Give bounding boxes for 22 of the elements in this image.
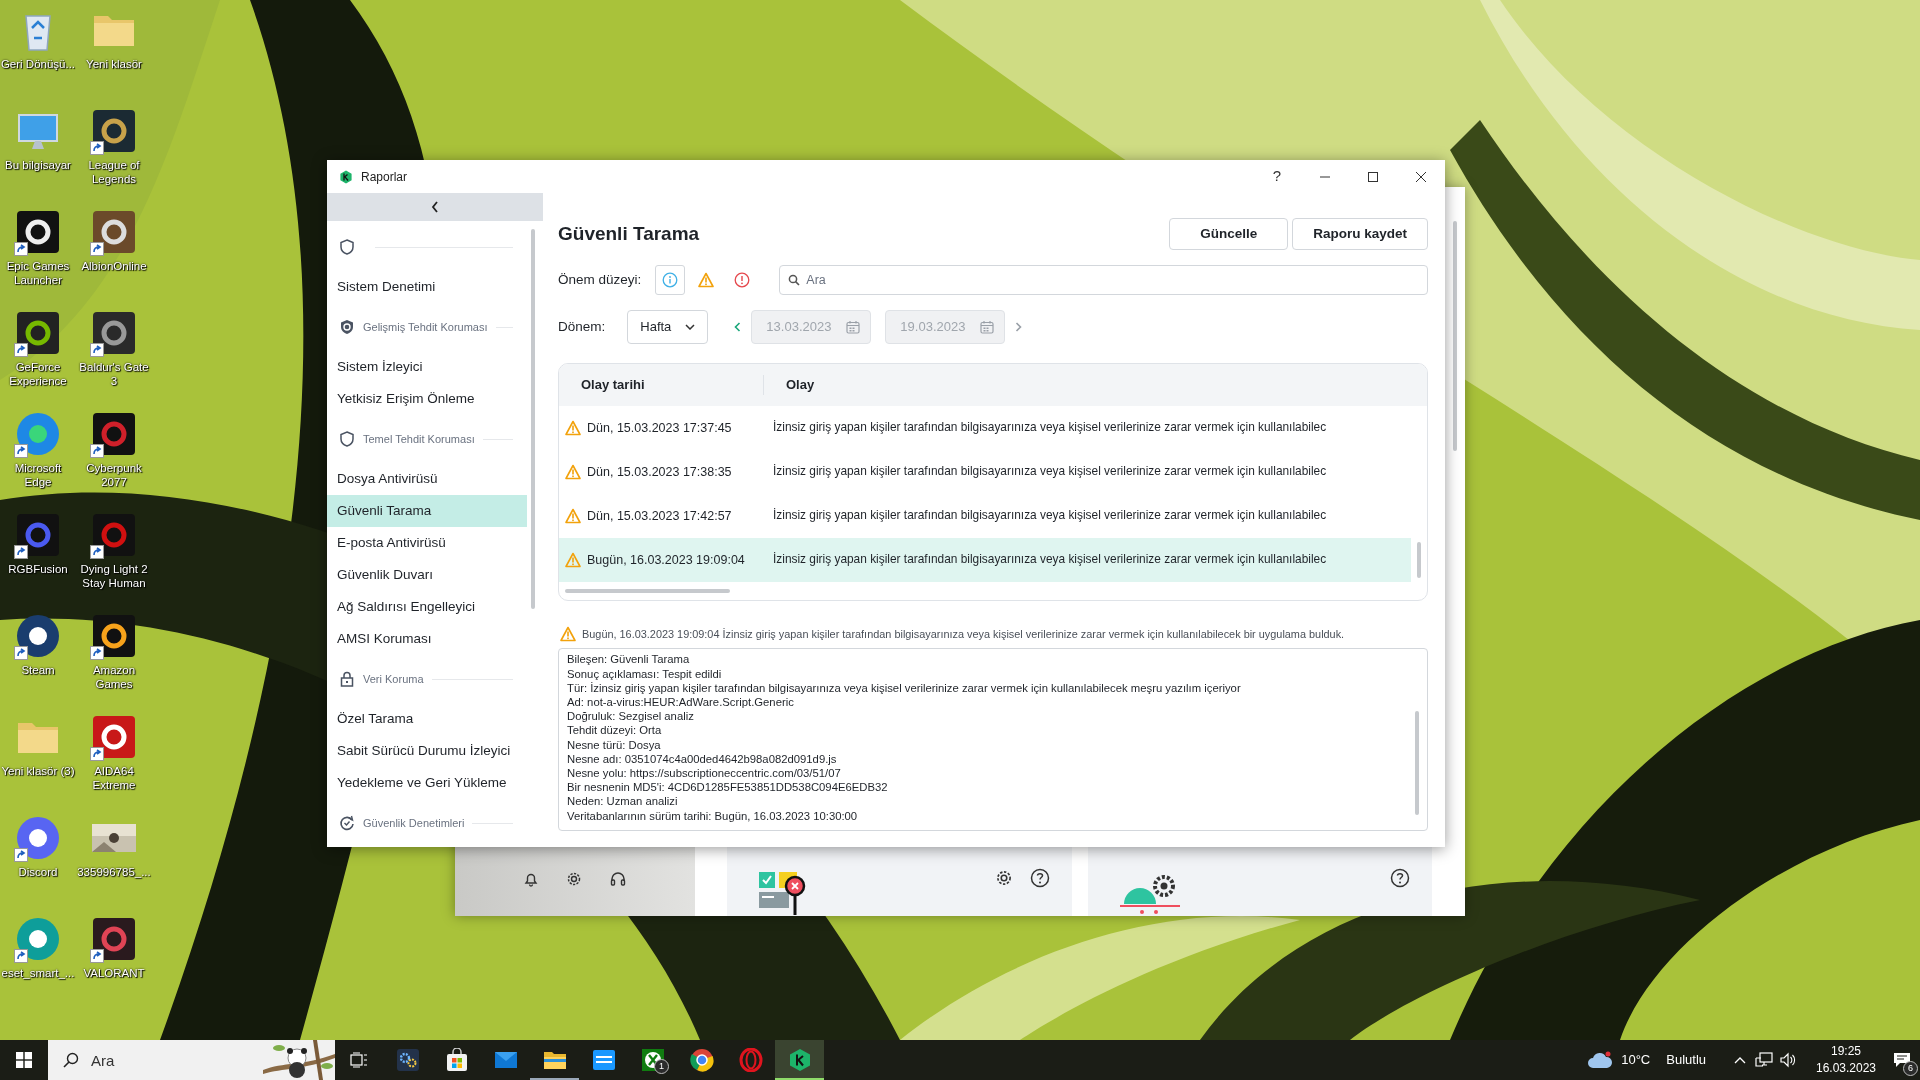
count-badge: 1 — [654, 1059, 669, 1074]
hexagon-icon — [787, 1048, 812, 1072]
chevron-up-icon — [1733, 1055, 1747, 1065]
video-icon — [591, 1048, 616, 1072]
taskbar-app-button[interactable]: 1 — [628, 1040, 677, 1080]
clock-button[interactable]: 19:25 16.03.2023 — [1808, 1040, 1884, 1080]
shopping-bag-icon — [444, 1048, 469, 1072]
notifications-button[interactable]: 6 — [1884, 1040, 1920, 1080]
network-icon — [1755, 1052, 1773, 1068]
taskbar-app-button[interactable] — [775, 1040, 824, 1080]
count-badge: 6 — [1903, 1061, 1918, 1076]
ring-icon — [738, 1048, 763, 1072]
weather-button[interactable]: 10°C Bulutlu — [1587, 1040, 1706, 1080]
volume-icon — [1779, 1052, 1797, 1068]
task-view-icon — [350, 1052, 368, 1068]
search-box[interactable]: Ara — [48, 1040, 335, 1080]
cloud-icon — [1587, 1051, 1614, 1069]
circle-x-icon — [640, 1048, 665, 1072]
windows-icon — [16, 1052, 32, 1068]
gears-icon — [395, 1048, 420, 1072]
search-icon — [63, 1052, 79, 1068]
color-wheel-icon — [689, 1048, 714, 1072]
